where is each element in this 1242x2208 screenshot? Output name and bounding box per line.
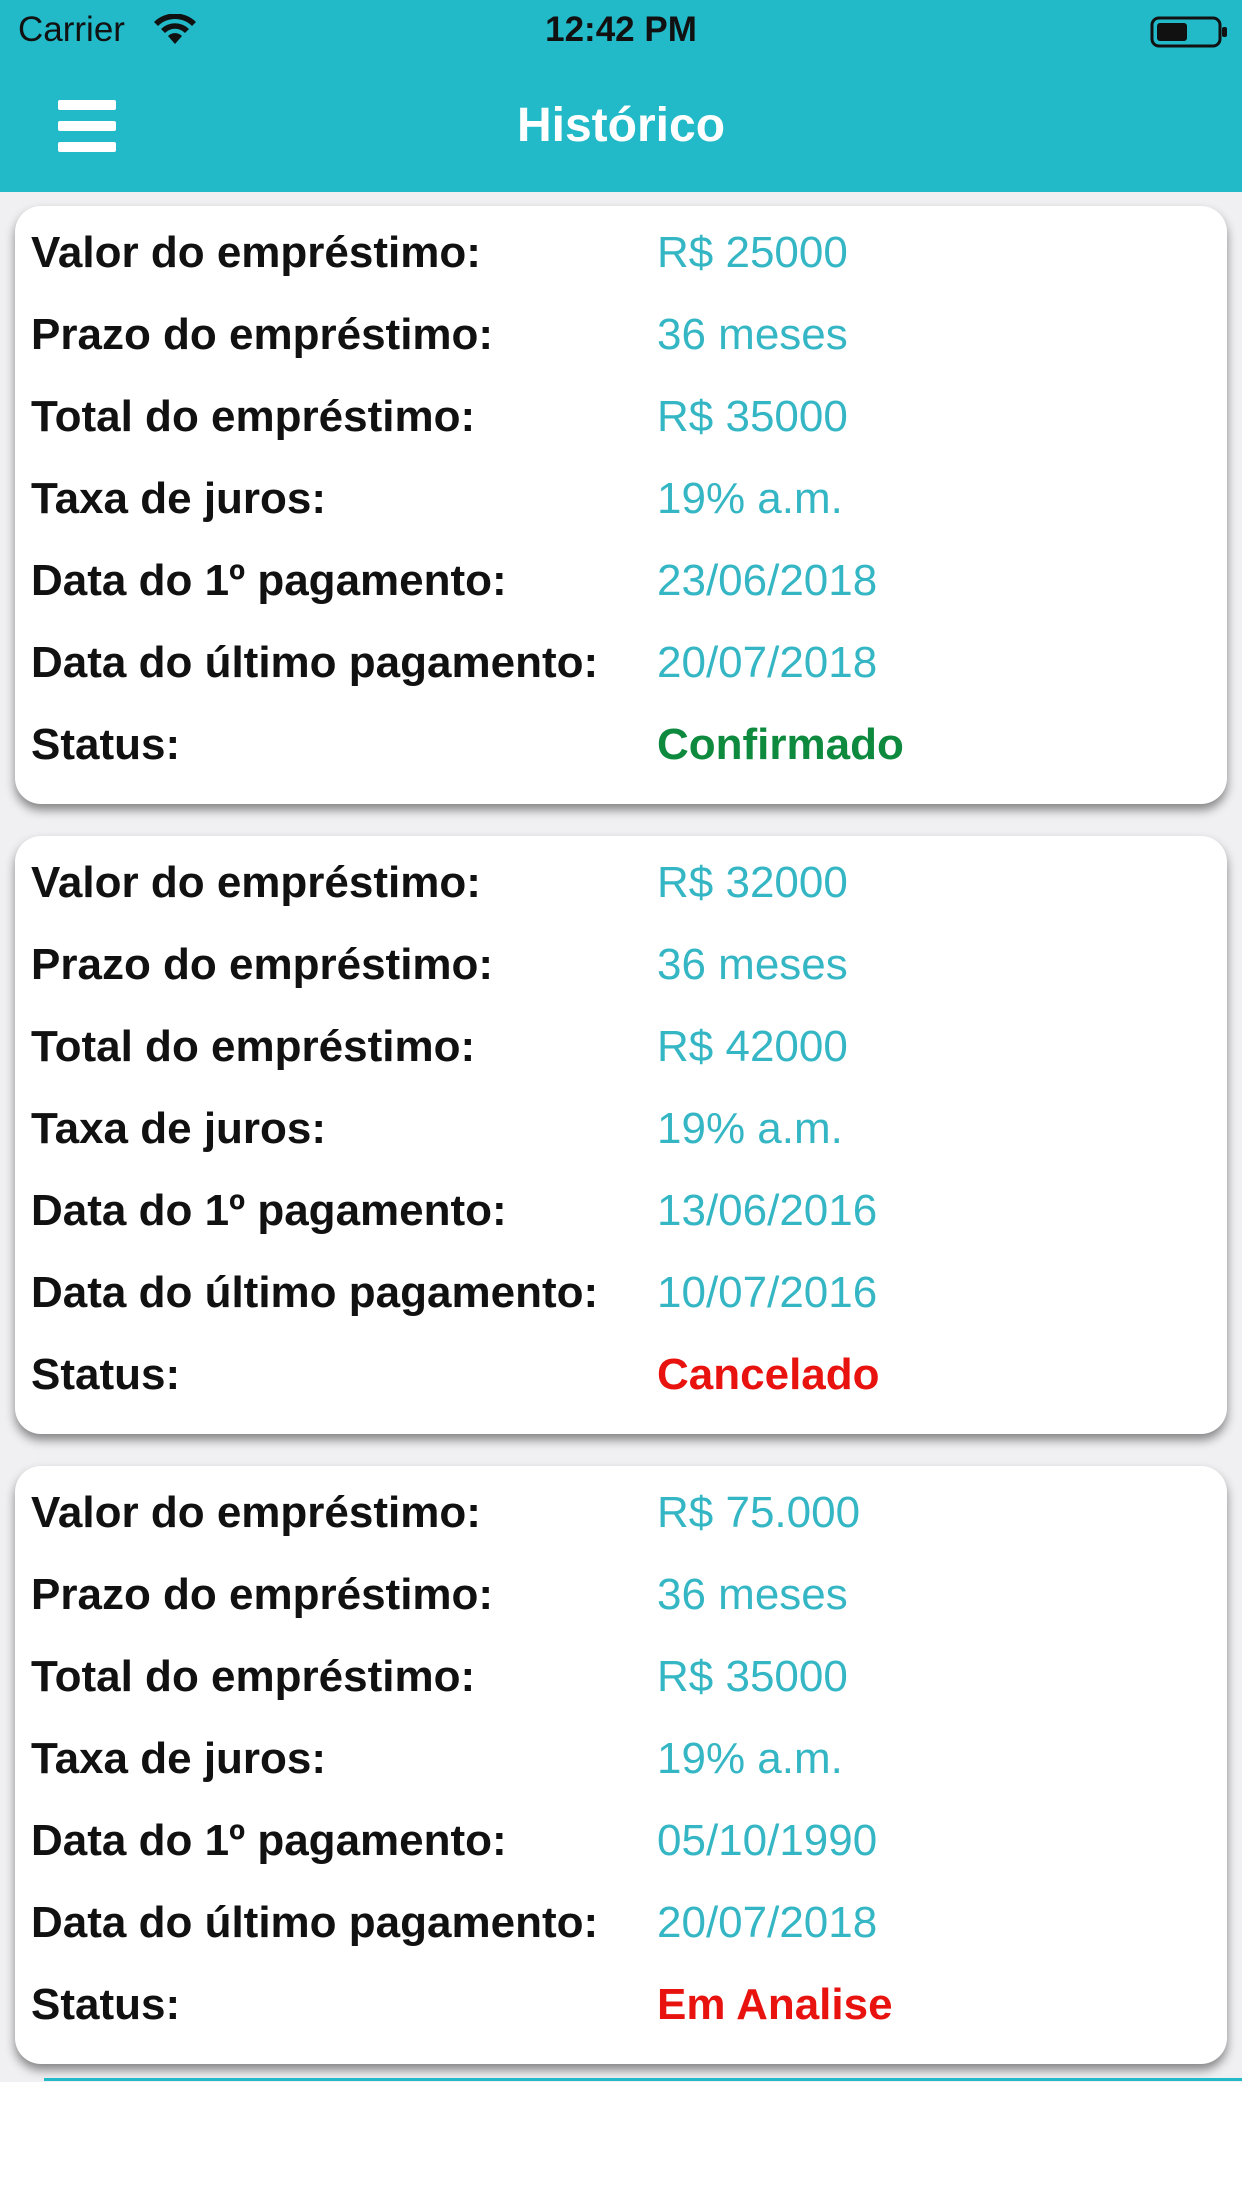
interest-rate-label: Taxa de juros: (31, 474, 327, 523)
loan-history-list[interactable]: Valor do empréstimo: R$ 25000 Prazo do em… (0, 192, 1242, 2082)
loan-total-label: Total do empréstimo: (31, 392, 476, 441)
last-payment-label: Data do último pagamento: (31, 638, 599, 687)
interest-rate-label: Taxa de juros: (31, 1734, 327, 1783)
loan-term-value: 36 meses (657, 1570, 848, 1619)
interest-rate-row: Taxa de juros: 19% a.m. (31, 474, 1211, 556)
loan-total-value: R$ 35000 (657, 1652, 848, 1701)
loan-total-value: R$ 42000 (657, 1022, 848, 1071)
loan-term-label: Prazo do empréstimo: (31, 940, 494, 989)
loan-amount-row: Valor do empréstimo: R$ 75.000 (31, 1488, 1211, 1570)
loan-term-row: Prazo do empréstimo: 36 meses (31, 310, 1211, 392)
loan-term-row: Prazo do empréstimo: 36 meses (31, 1570, 1211, 1652)
first-payment-row: Data do 1º pagamento: 23/06/2018 (31, 556, 1211, 638)
last-payment-row: Data do último pagamento: 20/07/2018 (31, 1898, 1211, 1980)
status-value: Em Analise (657, 1980, 893, 2029)
last-payment-label: Data do último pagamento: (31, 1268, 599, 1317)
loan-term-label: Prazo do empréstimo: (31, 1570, 494, 1619)
status-value: Cancelado (657, 1350, 880, 1399)
status-row: Status: Cancelado (31, 1350, 1211, 1432)
interest-rate-row: Taxa de juros: 19% a.m. (31, 1104, 1211, 1186)
status-bar: Carrier 12:42 PM (0, 0, 1242, 62)
loan-total-row: Total do empréstimo: R$ 35000 (31, 1652, 1211, 1734)
loan-amount-value: R$ 75.000 (657, 1488, 861, 1537)
interest-rate-label: Taxa de juros: (31, 1104, 327, 1153)
interest-rate-value: 19% a.m. (657, 1104, 843, 1153)
loan-term-value: 36 meses (657, 940, 848, 989)
loan-term-label: Prazo do empréstimo: (31, 310, 494, 359)
interest-rate-row: Taxa de juros: 19% a.m. (31, 1734, 1211, 1816)
loan-total-row: Total do empréstimo: R$ 35000 (31, 392, 1211, 474)
navigation-bar: Carrier 12:42 PM Histórico (0, 0, 1242, 192)
status-time: 12:42 PM (545, 10, 697, 49)
status-row: Status: Em Analise (31, 1980, 1211, 2062)
last-payment-label: Data do último pagamento: (31, 1898, 599, 1947)
first-payment-value: 13/06/2016 (657, 1186, 878, 1235)
interest-rate-value: 19% a.m. (657, 1734, 843, 1783)
last-payment-value: 20/07/2018 (657, 638, 878, 687)
loan-card[interactable]: Valor do empréstimo: R$ 75.000 Prazo do e… (15, 1466, 1227, 2064)
status-value: Confirmado (657, 720, 904, 769)
status-label: Status: (31, 1980, 181, 2029)
status-label: Status: (31, 1350, 181, 1399)
loan-amount-value: R$ 32000 (657, 858, 848, 907)
loan-amount-label: Valor do empréstimo: (31, 228, 481, 277)
loan-total-label: Total do empréstimo: (31, 1022, 476, 1071)
last-payment-value: 10/07/2016 (657, 1268, 878, 1317)
loan-term-row: Prazo do empréstimo: 36 meses (31, 940, 1211, 1022)
status-label: Status: (31, 720, 181, 769)
first-payment-value: 05/10/1990 (657, 1816, 878, 1865)
status-row: Status: Confirmado (31, 720, 1211, 802)
last-payment-value: 20/07/2018 (657, 1898, 878, 1947)
loan-amount-row: Valor do empréstimo: R$ 25000 (31, 228, 1211, 310)
loan-card[interactable]: Valor do empréstimo: R$ 32000 Prazo do em… (15, 836, 1227, 1434)
loan-total-row: Total do empréstimo: R$ 42000 (31, 1022, 1211, 1104)
list-divider (44, 2078, 1242, 2081)
loan-total-label: Total do empréstimo: (31, 1652, 476, 1701)
loan-amount-value: R$ 25000 (657, 228, 848, 277)
first-payment-label: Data do 1º pagamento: (31, 1186, 507, 1235)
loan-amount-label: Valor do empréstimo: (31, 1488, 481, 1537)
loan-total-value: R$ 35000 (657, 392, 848, 441)
last-payment-row: Data do último pagamento: 10/07/2016 (31, 1268, 1211, 1350)
loan-term-value: 36 meses (657, 310, 848, 359)
interest-rate-value: 19% a.m. (657, 474, 843, 523)
first-payment-row: Data do 1º pagamento: 13/06/2016 (31, 1186, 1211, 1268)
loan-amount-label: Valor do empréstimo: (31, 858, 481, 907)
loan-card[interactable]: Valor do empréstimo: R$ 25000 Prazo do em… (15, 206, 1227, 804)
battery-icon (1150, 16, 1227, 48)
first-payment-value: 23/06/2018 (657, 556, 878, 605)
loan-amount-row: Valor do empréstimo: R$ 32000 (31, 858, 1211, 940)
first-payment-label: Data do 1º pagamento: (31, 556, 507, 605)
first-payment-label: Data do 1º pagamento: (31, 1816, 507, 1865)
last-payment-row: Data do último pagamento: 20/07/2018 (31, 638, 1211, 720)
first-payment-row: Data do 1º pagamento: 05/10/1990 (31, 1816, 1211, 1898)
page-title: Histórico (516, 99, 726, 152)
